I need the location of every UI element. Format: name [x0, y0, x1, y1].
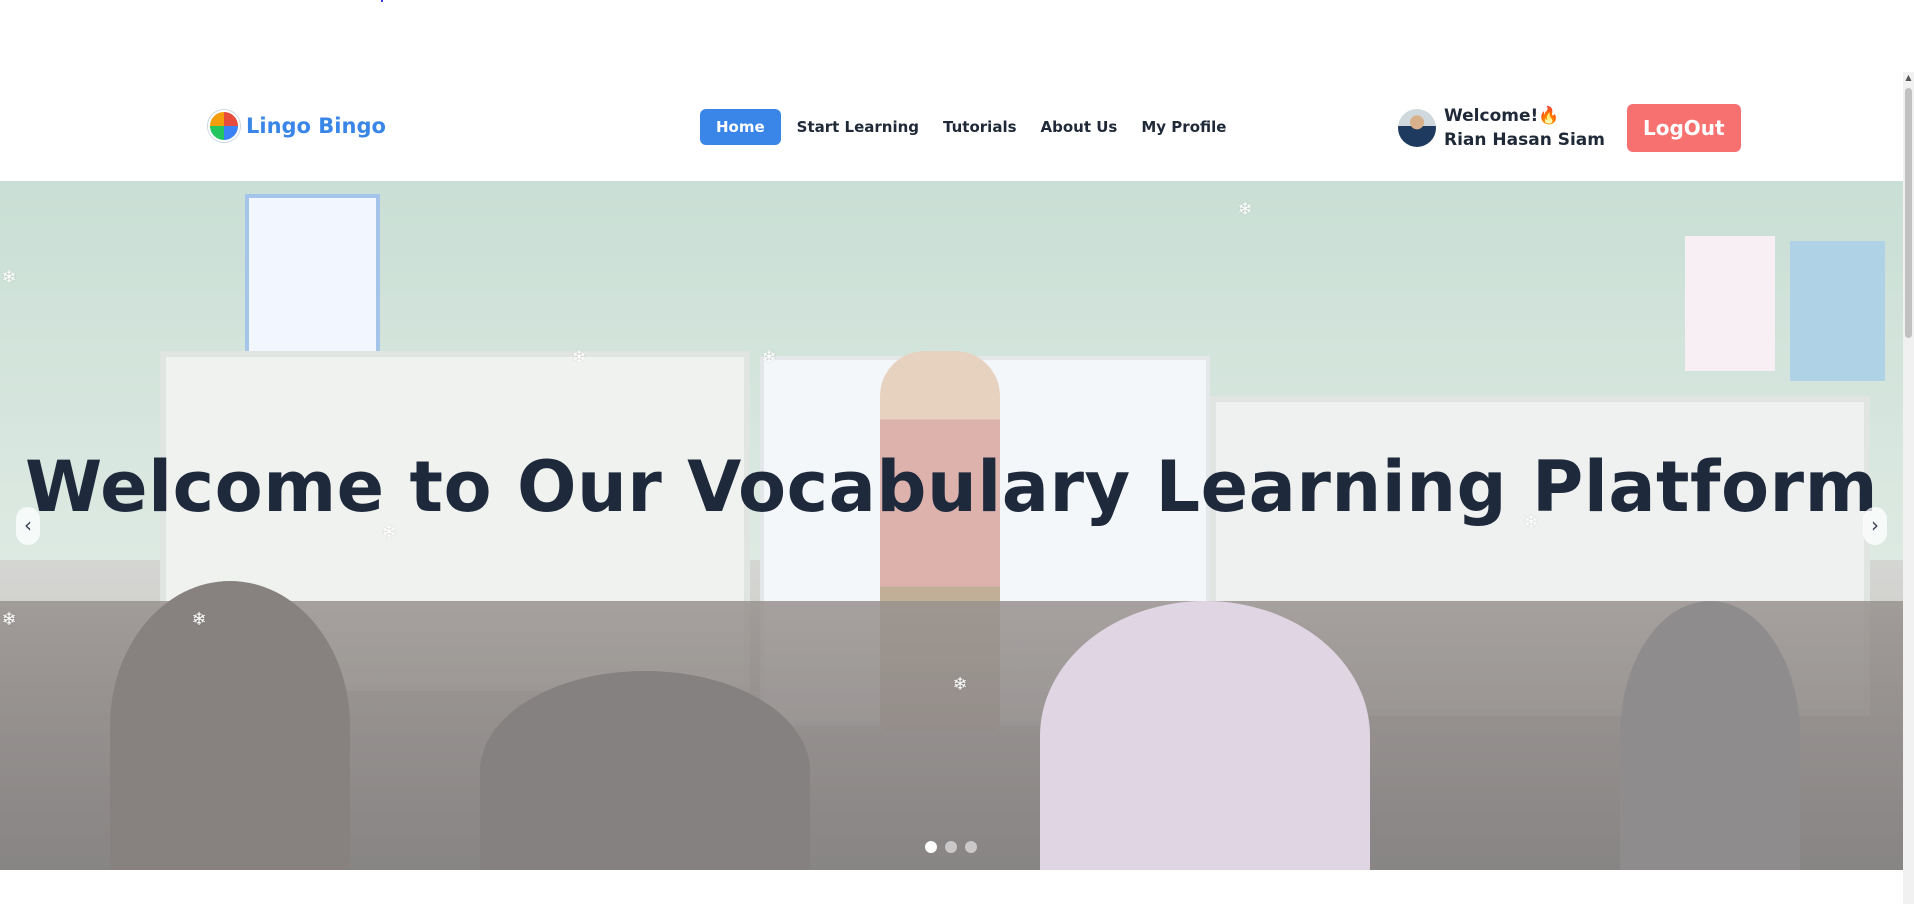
scroll-up-icon[interactable]: ▲: [1903, 72, 1914, 84]
snowflake-icon: ❄: [761, 347, 777, 368]
snowflake-icon: ❄: [1, 609, 17, 630]
snowflake-icon: ❄: [1237, 199, 1253, 220]
brand-link[interactable]: Lingo Bingo: [208, 110, 386, 142]
snowflake-icon: ❄: [571, 347, 587, 368]
cursor-marker: [381, 0, 383, 2]
carousel-dot-3[interactable]: [965, 841, 977, 853]
snowflake-icon: ❄: [952, 674, 968, 695]
user-area: Welcome!🔥 Rian Hasan Siam LogOut: [1398, 104, 1741, 152]
user-name: Rian Hasan Siam: [1444, 130, 1605, 150]
globe-logo-icon: [208, 110, 240, 142]
logout-button[interactable]: LogOut: [1626, 104, 1741, 152]
scroll-thumb[interactable]: [1905, 88, 1912, 338]
welcome-block: Welcome!🔥 Rian Hasan Siam: [1444, 104, 1605, 152]
nav-tutorials[interactable]: Tutorials: [935, 109, 1024, 145]
nav-about-us[interactable]: About Us: [1033, 109, 1126, 145]
avatar[interactable]: [1398, 109, 1436, 147]
nav-home[interactable]: Home: [700, 109, 781, 145]
nav-my-profile[interactable]: My Profile: [1133, 109, 1234, 145]
navbar: Lingo Bingo Home Start Learning Tutorial…: [0, 72, 1903, 182]
nav-start-learning[interactable]: Start Learning: [789, 109, 927, 145]
brand-name: Lingo Bingo: [246, 114, 386, 138]
welcome-text: Welcome!: [1444, 106, 1539, 126]
snowflake-icon: ❄: [1, 267, 17, 288]
carousel-dot-2[interactable]: [945, 841, 957, 853]
snowflake-icon: ❄: [191, 609, 207, 630]
hero-title: Welcome to Our Vocabulary Learning Platf…: [24, 446, 1879, 528]
carousel-dots: [925, 841, 977, 853]
hero-carousel: ❄ ❄ ❄ ❄ ❄ ❄ ❄ ❄ ❄ Welcome to Our Vocabul…: [0, 181, 1903, 870]
page: Lingo Bingo Home Start Learning Tutorial…: [0, 0, 1914, 904]
chevron-left-icon[interactable]: ‹: [16, 507, 40, 545]
main-nav: Home Start Learning Tutorials About Us M…: [700, 109, 1234, 145]
page-scrollbar[interactable]: ▲: [1903, 72, 1914, 904]
fire-icon: 🔥: [1538, 106, 1560, 126]
carousel-dot-1[interactable]: [925, 841, 937, 853]
welcome-line: Welcome!🔥: [1444, 104, 1605, 128]
chevron-right-icon[interactable]: ›: [1863, 507, 1887, 545]
